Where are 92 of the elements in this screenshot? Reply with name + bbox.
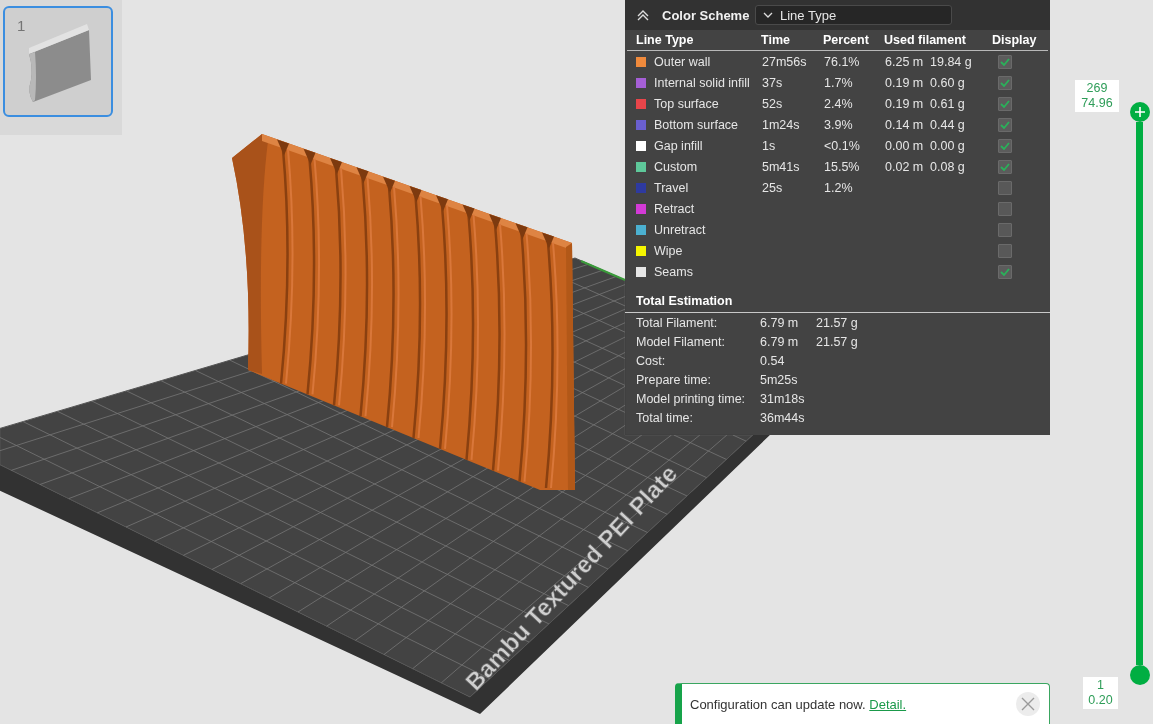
checkmark-icon (1000, 78, 1010, 87)
filament-length: 0.14 m (885, 117, 925, 132)
layer-height: 0.20 (1088, 693, 1113, 708)
column-header: Display (992, 33, 1038, 47)
percent-value: 76.1% (824, 54, 861, 69)
display-checkbox[interactable] (998, 96, 1012, 111)
percent-value: 1.2% (824, 180, 854, 195)
checkmark-icon (1000, 141, 1010, 150)
panel-title: Color Scheme (662, 7, 750, 23)
checkmark-icon (1000, 162, 1010, 171)
display-checkbox[interactable] (998, 222, 1012, 237)
display-checkbox[interactable] (998, 159, 1012, 174)
display-checkbox[interactable] (998, 201, 1012, 216)
display-checkbox[interactable] (998, 243, 1012, 258)
lower-layer-handle[interactable] (1130, 665, 1150, 685)
plus-icon (1134, 106, 1146, 118)
percent-value: 3.9% (824, 117, 854, 132)
chevron-down-icon (763, 12, 773, 18)
layer-height: 74.96 (1081, 96, 1113, 111)
line-type-label: Retract (654, 201, 695, 216)
column-header: Line Type (636, 33, 695, 47)
display-checkbox[interactable] (998, 180, 1012, 195)
filament-weight: 0.08 g (930, 159, 966, 174)
line-type-label: Outer wall (654, 54, 711, 69)
layer-slider-track[interactable] (1136, 122, 1143, 665)
estimate-label: Cost: (636, 353, 667, 368)
filament-weight: 0.00 g (930, 138, 966, 153)
time-value: 1s (762, 138, 777, 153)
estimate-value: 31m18s (760, 391, 806, 406)
filament-length: 0.00 m (885, 138, 925, 153)
column-header: Used filament (884, 33, 967, 47)
estimate-value: 6.79 m (760, 334, 800, 349)
estimate-label: Prepare time: (636, 372, 713, 387)
display-checkbox[interactable] (998, 138, 1012, 153)
line-type-label: Wipe (654, 243, 683, 258)
estimate-value: 36m44s (760, 410, 806, 425)
percent-value: 2.4% (824, 96, 854, 111)
line-type-label: Top surface (654, 96, 719, 111)
estimate-label: Total time: (636, 410, 694, 425)
time-value: 25s (762, 180, 784, 195)
column-header: Percent (823, 33, 870, 47)
display-checkbox[interactable] (998, 117, 1012, 132)
line-type-label: Custom (654, 159, 698, 174)
detail-link[interactable]: Detail. (869, 696, 907, 712)
line-type-label: Unretract (654, 222, 706, 237)
close-button[interactable] (1016, 692, 1040, 716)
percent-value: 15.5% (824, 159, 861, 174)
estimate-value: 0.54 (760, 353, 786, 368)
percent-value: <0.1% (824, 138, 861, 153)
line-type-label: Travel (654, 180, 689, 195)
display-checkbox[interactable] (998, 75, 1012, 90)
column-header: Time (761, 33, 791, 47)
percent-value: 1.7% (824, 75, 854, 90)
double-chevron-up-icon[interactable] (637, 9, 649, 21)
filament-weight: 0.60 g (930, 75, 966, 90)
estimate-label: Model printing time: (636, 391, 747, 406)
estimate-value: 6.79 m (760, 315, 800, 330)
filament-length: 6.25 m (885, 54, 925, 69)
section-title: Total Estimation (636, 294, 733, 308)
line-type-label: Gap infill (654, 138, 703, 153)
checkmark-icon (1000, 57, 1010, 66)
line-type-label: Seams (654, 264, 693, 279)
estimate-label: Total Filament: (636, 315, 719, 330)
display-checkbox[interactable] (998, 54, 1012, 69)
close-icon (1021, 697, 1035, 711)
estimate-value: 5m25s (760, 372, 799, 387)
estimate-value: 21.57 g (816, 334, 859, 349)
notification-message: Configuration can update now. Detail. (690, 696, 907, 712)
display-checkbox[interactable] (998, 264, 1012, 279)
filament-weight: 19.84 g (930, 54, 973, 69)
filament-length: 0.02 m (885, 159, 925, 174)
filament-length: 0.19 m (885, 75, 925, 90)
checkmark-icon (1000, 99, 1010, 108)
filament-weight: 0.61 g (930, 96, 966, 111)
estimate-label: Model Filament: (636, 334, 726, 349)
estimate-value: 21.57 g (816, 315, 859, 330)
layer-number: 269 (1086, 81, 1108, 96)
time-value: 52s (762, 96, 784, 111)
checkmark-icon (1000, 120, 1010, 129)
time-value: 5m41s (762, 159, 801, 174)
time-value: 37s (762, 75, 784, 90)
time-value: 1m24s (762, 117, 801, 132)
plate-thumbnail[interactable]: 1 (3, 6, 113, 117)
filament-weight: 0.44 g (930, 117, 966, 132)
color-scheme-dropdown[interactable]: Line Type (755, 5, 952, 25)
upper-layer-handle[interactable] (1130, 102, 1150, 122)
filament-length: 0.19 m (885, 96, 925, 111)
line-type-label: Internal solid infill (654, 75, 750, 90)
layer-number: 1 (1097, 678, 1104, 693)
checkmark-icon (1000, 267, 1010, 276)
time-value: 27m56s (762, 54, 808, 69)
line-type-label: Bottom surface (654, 117, 739, 132)
